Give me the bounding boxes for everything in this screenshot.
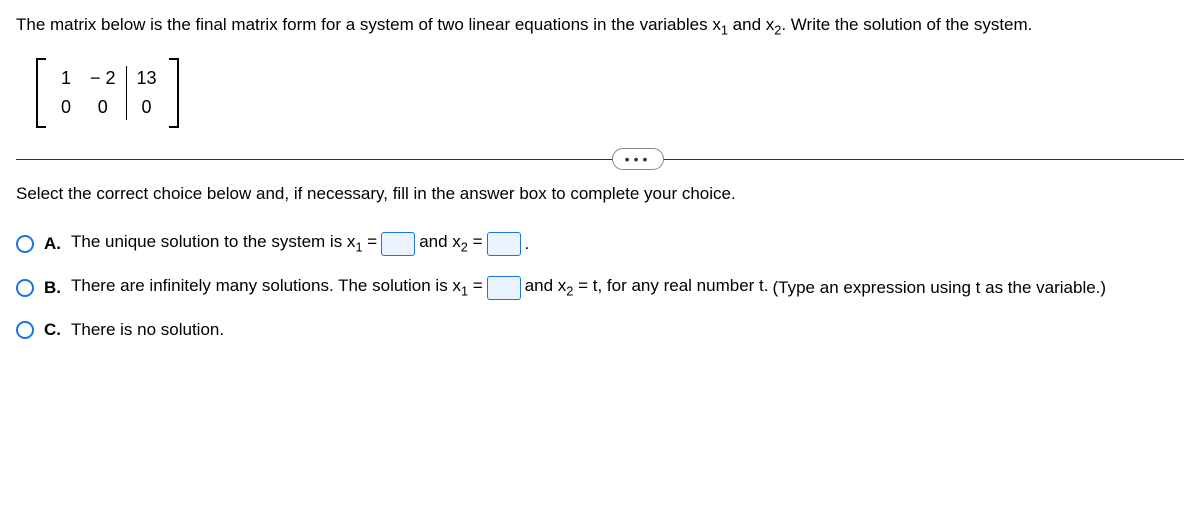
radio-b[interactable]: [16, 279, 34, 297]
subscript-1: 1: [721, 22, 728, 37]
option-b-hint: (Type an expression using t as the varia…: [773, 278, 1107, 298]
matrix-cell: 1: [56, 64, 76, 93]
answer-input-a2[interactable]: [487, 232, 521, 256]
matrix-right-bracket: [169, 58, 179, 128]
problem-text-3: . Write the solution of the system.: [781, 15, 1032, 34]
option-a: A. The unique solution to the system is …: [16, 232, 1184, 256]
matrix-cell: − 2: [88, 64, 118, 93]
section-divider: •••: [16, 159, 1184, 160]
option-label-b: B.: [44, 278, 61, 298]
option-a-text: The unique solution to the system is x1 …: [71, 232, 377, 254]
problem-text-2: and x: [728, 15, 774, 34]
option-label-c: C.: [44, 320, 61, 340]
option-c: C. There is no solution.: [16, 320, 1184, 340]
matrix-cell: 13: [135, 64, 159, 93]
problem-statement: The matrix below is the final matrix for…: [16, 12, 1184, 40]
answer-input-b1[interactable]: [487, 276, 521, 300]
option-b-text-2: and x2 = t, for any real number t.: [525, 276, 769, 298]
radio-a[interactable]: [16, 235, 34, 253]
more-indicator[interactable]: •••: [612, 148, 665, 170]
problem-text-1: The matrix below is the final matrix for…: [16, 15, 721, 34]
matrix-cell: 0: [93, 93, 113, 122]
option-b: B. There are infinitely many solutions. …: [16, 276, 1184, 300]
option-a-text-3: .: [525, 234, 530, 254]
matrix-cell: 0: [137, 93, 157, 122]
matrix-cell: 0: [56, 93, 76, 122]
option-label-a: A.: [44, 234, 61, 254]
matrix-left-bracket: [36, 58, 46, 128]
option-c-text: There is no solution.: [71, 320, 224, 340]
option-b-text: There are infinitely many solutions. The…: [71, 276, 483, 298]
instruction-text: Select the correct choice below and, if …: [16, 184, 1184, 204]
option-a-text-2: and x2 =: [419, 232, 482, 254]
radio-c[interactable]: [16, 321, 34, 339]
answer-options: A. The unique solution to the system is …: [16, 232, 1184, 340]
answer-input-a1[interactable]: [381, 232, 415, 256]
matrix-display: 1 0 − 2 0 13 0: [36, 58, 1184, 133]
matrix-augment-bar: [126, 66, 127, 120]
